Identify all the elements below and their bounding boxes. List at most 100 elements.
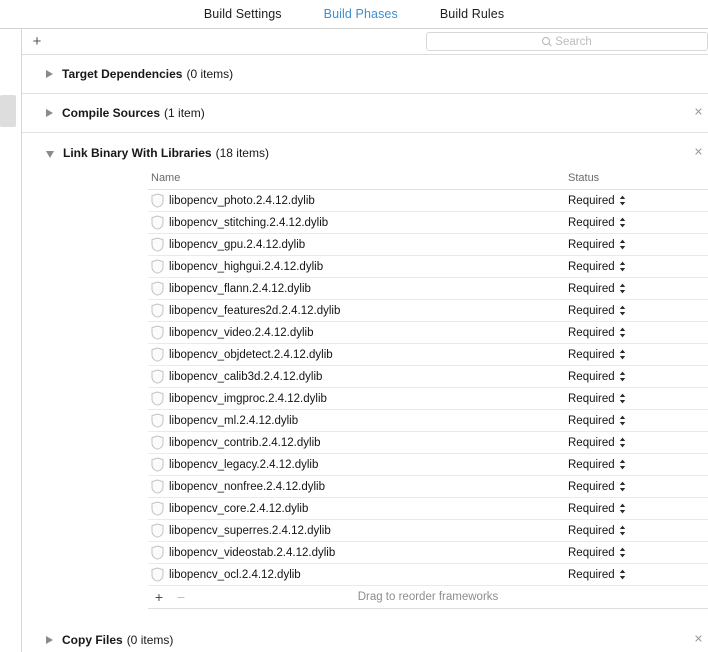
status-stepper-icon[interactable] — [619, 327, 626, 338]
status-stepper-icon[interactable] — [619, 393, 626, 404]
framework-status-cell[interactable]: Required — [568, 327, 708, 339]
table-row[interactable]: libopencv_imgproc.2.4.12.dylib Required — [148, 388, 708, 410]
framework-name-cell[interactable]: libopencv_nonfree.2.4.12.dylib — [148, 479, 568, 494]
status-stepper-icon[interactable] — [619, 305, 626, 316]
table-row[interactable]: libopencv_ocl.2.4.12.dylib Required — [148, 564, 708, 586]
disclosure-triangle-expanded-icon[interactable] — [46, 150, 54, 158]
remove-phase-icon[interactable]: ✕ — [693, 107, 704, 119]
status-stepper-icon[interactable] — [619, 261, 626, 272]
table-row[interactable]: libopencv_highgui.2.4.12.dylib Required — [148, 256, 708, 278]
framework-status-label: Required — [568, 260, 615, 273]
status-stepper-icon[interactable] — [619, 195, 626, 206]
table-row[interactable]: libopencv_ml.2.4.12.dylib Required — [148, 410, 708, 432]
framework-status-cell[interactable]: Required — [568, 437, 708, 449]
phase-header-link-binary-with-libraries[interactable]: Link Binary With Libraries (18 items) ✕ — [22, 133, 708, 172]
framework-name-cell[interactable]: libopencv_imgproc.2.4.12.dylib — [148, 391, 568, 406]
table-row[interactable]: libopencv_flann.2.4.12.dylib Required — [148, 278, 708, 300]
framework-name-label: libopencv_ml.2.4.12.dylib — [169, 414, 299, 427]
framework-name-cell[interactable]: libopencv_gpu.2.4.12.dylib — [148, 237, 568, 252]
phase-header-target-dependencies[interactable]: Target Dependencies (0 items) — [22, 55, 708, 94]
framework-name-cell[interactable]: libopencv_flann.2.4.12.dylib — [148, 281, 568, 296]
add-build-phase-button[interactable]: + — [24, 30, 50, 54]
framework-name-cell[interactable]: libopencv_videostab.2.4.12.dylib — [148, 545, 568, 560]
status-stepper-icon[interactable] — [619, 437, 626, 448]
framework-status-cell[interactable]: Required — [568, 283, 708, 295]
table-row[interactable]: libopencv_contrib.2.4.12.dylib Required — [148, 432, 708, 454]
framework-name-cell[interactable]: libopencv_superres.2.4.12.dylib — [148, 523, 568, 538]
framework-name-cell[interactable]: libopencv_highgui.2.4.12.dylib — [148, 259, 568, 274]
framework-name-cell[interactable]: libopencv_features2d.2.4.12.dylib — [148, 303, 568, 318]
framework-name-cell[interactable]: libopencv_photo.2.4.12.dylib — [148, 193, 568, 208]
disclosure-triangle-collapsed-icon[interactable] — [46, 636, 53, 644]
phase-header-compile-sources[interactable]: Compile Sources (1 item) ✕ — [22, 94, 708, 133]
status-stepper-icon[interactable] — [619, 569, 626, 580]
table-row[interactable]: libopencv_stitching.2.4.12.dylib Required — [148, 212, 708, 234]
tab-build-phases[interactable]: Build Phases — [322, 5, 400, 23]
table-row[interactable]: libopencv_features2d.2.4.12.dylib Require… — [148, 300, 708, 322]
framework-status-cell[interactable]: Required — [568, 261, 708, 273]
framework-name-cell[interactable]: libopencv_stitching.2.4.12.dylib — [148, 215, 568, 230]
vertical-scrollbar-thumb[interactable] — [0, 95, 16, 127]
framework-name-cell[interactable]: libopencv_core.2.4.12.dylib — [148, 501, 568, 516]
table-row[interactable]: libopencv_superres.2.4.12.dylib Required — [148, 520, 708, 542]
dylib-shield-icon — [151, 435, 164, 450]
remove-phase-icon[interactable]: ✕ — [693, 634, 704, 646]
framework-status-cell[interactable]: Required — [568, 481, 708, 493]
status-stepper-icon[interactable] — [619, 459, 626, 470]
phase-title: Target Dependencies — [62, 67, 183, 81]
framework-name-cell[interactable]: libopencv_ocl.2.4.12.dylib — [148, 567, 568, 582]
framework-status-cell[interactable]: Required — [568, 415, 708, 427]
status-stepper-icon[interactable] — [619, 481, 626, 492]
framework-status-cell[interactable]: Required — [568, 371, 708, 383]
status-stepper-icon[interactable] — [619, 525, 626, 536]
table-row[interactable]: libopencv_videostab.2.4.12.dylib Required — [148, 542, 708, 564]
framework-status-cell[interactable]: Required — [568, 459, 708, 471]
dylib-shield-icon — [151, 391, 164, 406]
framework-status-cell[interactable]: Required — [568, 217, 708, 229]
framework-name-cell[interactable]: libopencv_legacy.2.4.12.dylib — [148, 457, 568, 472]
table-row[interactable]: libopencv_legacy.2.4.12.dylib Required — [148, 454, 708, 476]
framework-status-cell[interactable]: Required — [568, 239, 708, 251]
search-field[interactable]: Search — [426, 32, 708, 51]
framework-name-cell[interactable]: libopencv_ml.2.4.12.dylib — [148, 413, 568, 428]
disclosure-triangle-collapsed-icon[interactable] — [46, 70, 53, 78]
disclosure-triangle-collapsed-icon[interactable] — [46, 109, 53, 117]
table-row[interactable]: libopencv_core.2.4.12.dylib Required — [148, 498, 708, 520]
framework-status-cell[interactable]: Required — [568, 195, 708, 207]
remove-framework-button[interactable]: − — [170, 590, 192, 604]
framework-status-cell[interactable]: Required — [568, 503, 708, 515]
add-framework-button[interactable]: + — [148, 590, 170, 604]
tab-build-settings[interactable]: Build Settings — [202, 5, 284, 23]
framework-name-label: libopencv_legacy.2.4.12.dylib — [169, 458, 319, 471]
table-row[interactable]: libopencv_video.2.4.12.dylib Required — [148, 322, 708, 344]
framework-status-cell[interactable]: Required — [568, 305, 708, 317]
status-stepper-icon[interactable] — [619, 217, 626, 228]
status-stepper-icon[interactable] — [619, 283, 626, 294]
status-stepper-icon[interactable] — [619, 503, 626, 514]
status-stepper-icon[interactable] — [619, 547, 626, 558]
status-stepper-icon[interactable] — [619, 349, 626, 360]
framework-status-label: Required — [568, 326, 615, 339]
table-row[interactable]: libopencv_nonfree.2.4.12.dylib Required — [148, 476, 708, 498]
framework-name-cell[interactable]: libopencv_objdetect.2.4.12.dylib — [148, 347, 568, 362]
table-row[interactable]: libopencv_calib3d.2.4.12.dylib Required — [148, 366, 708, 388]
framework-status-cell[interactable]: Required — [568, 525, 708, 537]
table-row[interactable]: libopencv_gpu.2.4.12.dylib Required — [148, 234, 708, 256]
framework-name-label: libopencv_ocl.2.4.12.dylib — [169, 568, 301, 581]
remove-phase-icon[interactable]: ✕ — [693, 147, 704, 158]
phase-header-copy-files[interactable]: Copy Files (0 items) ✕ — [22, 621, 708, 652]
table-row[interactable]: libopencv_objdetect.2.4.12.dylib Required — [148, 344, 708, 366]
framework-name-cell[interactable]: libopencv_calib3d.2.4.12.dylib — [148, 369, 568, 384]
framework-status-cell[interactable]: Required — [568, 393, 708, 405]
status-stepper-icon[interactable] — [619, 371, 626, 382]
status-stepper-icon[interactable] — [619, 239, 626, 250]
framework-name-cell[interactable]: libopencv_contrib.2.4.12.dylib — [148, 435, 568, 450]
status-stepper-icon[interactable] — [619, 415, 626, 426]
framework-status-cell[interactable]: Required — [568, 547, 708, 559]
framework-name-label: libopencv_highgui.2.4.12.dylib — [169, 260, 324, 273]
framework-status-cell[interactable]: Required — [568, 349, 708, 361]
framework-name-cell[interactable]: libopencv_video.2.4.12.dylib — [148, 325, 568, 340]
framework-status-cell[interactable]: Required — [568, 569, 708, 581]
table-row[interactable]: libopencv_photo.2.4.12.dylib Required — [148, 190, 708, 212]
tab-build-rules[interactable]: Build Rules — [438, 5, 506, 23]
